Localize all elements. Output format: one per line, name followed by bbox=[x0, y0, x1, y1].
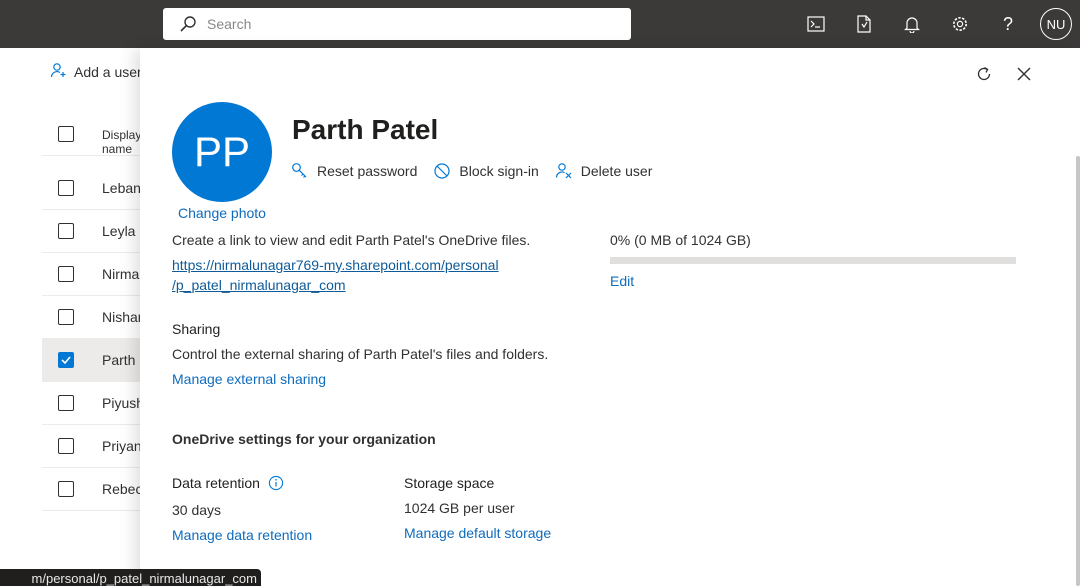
row-display-name[interactable]: Rebecca bbox=[102, 481, 140, 497]
table-row[interactable]: Leyla G bbox=[42, 210, 140, 253]
row-checkbox[interactable] bbox=[58, 223, 74, 239]
storage-space-title: Storage space bbox=[404, 475, 495, 491]
row-checkbox[interactable] bbox=[58, 481, 74, 497]
status-url-tooltip: m/personal/p_patel_nirmalunagar_com bbox=[0, 569, 261, 586]
table-row[interactable]: Priyanka bbox=[42, 425, 140, 468]
table-row[interactable]: Nishant bbox=[42, 296, 140, 339]
table-row[interactable]: Rebecca bbox=[42, 468, 140, 511]
block-signin-label: Block sign-in bbox=[459, 163, 539, 179]
row-checkbox[interactable] bbox=[58, 352, 74, 368]
storage-progress-bar bbox=[610, 257, 1016, 264]
data-retention-heading: Data retention bbox=[172, 475, 284, 491]
storage-usage-text: 0% (0 MB of 1024 GB) bbox=[610, 232, 751, 248]
row-checkbox[interactable] bbox=[58, 266, 74, 282]
account-avatar[interactable]: NU bbox=[1040, 8, 1072, 40]
user-actions: Reset password Block sign-in Delete user bbox=[291, 162, 668, 180]
table-row[interactable]: Nirmal bbox=[42, 253, 140, 296]
row-display-name[interactable]: Leyla G bbox=[102, 223, 140, 239]
reset-password-label: Reset password bbox=[317, 163, 418, 179]
search-icon bbox=[177, 13, 199, 35]
sharing-description: Control the external sharing of Parth Pa… bbox=[172, 346, 549, 362]
row-display-name[interactable]: Nirmal bbox=[102, 266, 140, 282]
delete-person-icon bbox=[555, 162, 573, 180]
row-display-name[interactable]: Lebanon bbox=[102, 180, 140, 196]
row-checkbox[interactable] bbox=[58, 309, 74, 325]
onedrive-description: Create a link to view and edit Parth Pat… bbox=[172, 232, 531, 248]
info-icon[interactable] bbox=[268, 475, 284, 491]
column-header-display-name[interactable]: Display name bbox=[102, 128, 141, 156]
user-avatar: PP bbox=[172, 102, 272, 202]
add-user-label: Add a user bbox=[74, 63, 142, 80]
onedrive-link[interactable]: https://nirmalunagar769-my.sharepoint.co… bbox=[172, 255, 499, 295]
search-box[interactable]: Search bbox=[163, 8, 631, 40]
sharing-title: Sharing bbox=[172, 321, 221, 337]
row-checkbox[interactable] bbox=[58, 438, 74, 454]
select-all-checkbox[interactable] bbox=[58, 126, 74, 142]
add-person-icon bbox=[50, 62, 66, 81]
add-user-button[interactable]: Add a user bbox=[50, 62, 142, 81]
row-display-name[interactable]: Parth Patel bbox=[102, 352, 140, 368]
row-display-name[interactable]: Nishant bbox=[102, 309, 140, 325]
manage-external-sharing-link[interactable]: Manage external sharing bbox=[172, 371, 326, 387]
manage-default-storage-link[interactable]: Manage default storage bbox=[404, 525, 551, 541]
reset-password-button[interactable]: Reset password bbox=[291, 162, 417, 180]
user-list: Add a user Display name Lebanon Leyla G Ni… bbox=[0, 48, 142, 586]
edit-storage-link[interactable]: Edit bbox=[610, 273, 634, 289]
row-display-name[interactable]: Piyush bbox=[102, 395, 140, 411]
bell-icon[interactable] bbox=[898, 10, 926, 38]
checkmark-icon bbox=[61, 356, 71, 365]
user-details-panel: PP Change photo Parth Patel Reset passwo… bbox=[140, 48, 1080, 586]
gear-icon[interactable] bbox=[946, 10, 974, 38]
refresh-icon[interactable] bbox=[972, 62, 996, 86]
onedrive-link-line2: /p_patel_nirmalunagar_com bbox=[172, 277, 346, 293]
row-display-name[interactable]: Priyanka bbox=[102, 438, 140, 454]
user-name-title: Parth Patel bbox=[292, 114, 439, 145]
table-row[interactable]: Lebanon bbox=[42, 167, 140, 210]
org-settings-title: OneDrive settings for your organization bbox=[172, 431, 436, 447]
list-header: Display name bbox=[42, 110, 141, 156]
change-photo-link[interactable]: Change photo bbox=[178, 205, 266, 221]
data-retention-value: 30 days bbox=[172, 502, 222, 518]
table-row[interactable]: Parth Patel bbox=[42, 339, 140, 382]
terminal-icon[interactable] bbox=[802, 10, 830, 38]
storage-space-value: 1024 GB per user bbox=[404, 500, 515, 516]
data-retention-title: Data retention bbox=[172, 475, 260, 491]
panel-scrollbar[interactable] bbox=[1076, 156, 1080, 586]
row-checkbox[interactable] bbox=[58, 180, 74, 196]
key-icon bbox=[291, 162, 309, 180]
top-bar: Search ? NU bbox=[0, 0, 1080, 48]
close-icon[interactable] bbox=[1012, 62, 1036, 86]
document-icon[interactable] bbox=[850, 10, 878, 38]
delete-user-button[interactable]: Delete user bbox=[555, 162, 653, 180]
search-input[interactable]: Search bbox=[207, 16, 251, 32]
block-icon bbox=[433, 162, 451, 180]
table-row[interactable]: Piyush bbox=[42, 382, 140, 425]
block-signin-button[interactable]: Block sign-in bbox=[433, 162, 539, 180]
delete-user-label: Delete user bbox=[580, 163, 653, 179]
row-checkbox[interactable] bbox=[58, 395, 74, 411]
help-icon[interactable]: ? bbox=[994, 10, 1022, 38]
onedrive-link-line1: https://nirmalunagar769-my.sharepoint.co… bbox=[172, 257, 499, 273]
manage-data-retention-link[interactable]: Manage data retention bbox=[172, 527, 312, 543]
